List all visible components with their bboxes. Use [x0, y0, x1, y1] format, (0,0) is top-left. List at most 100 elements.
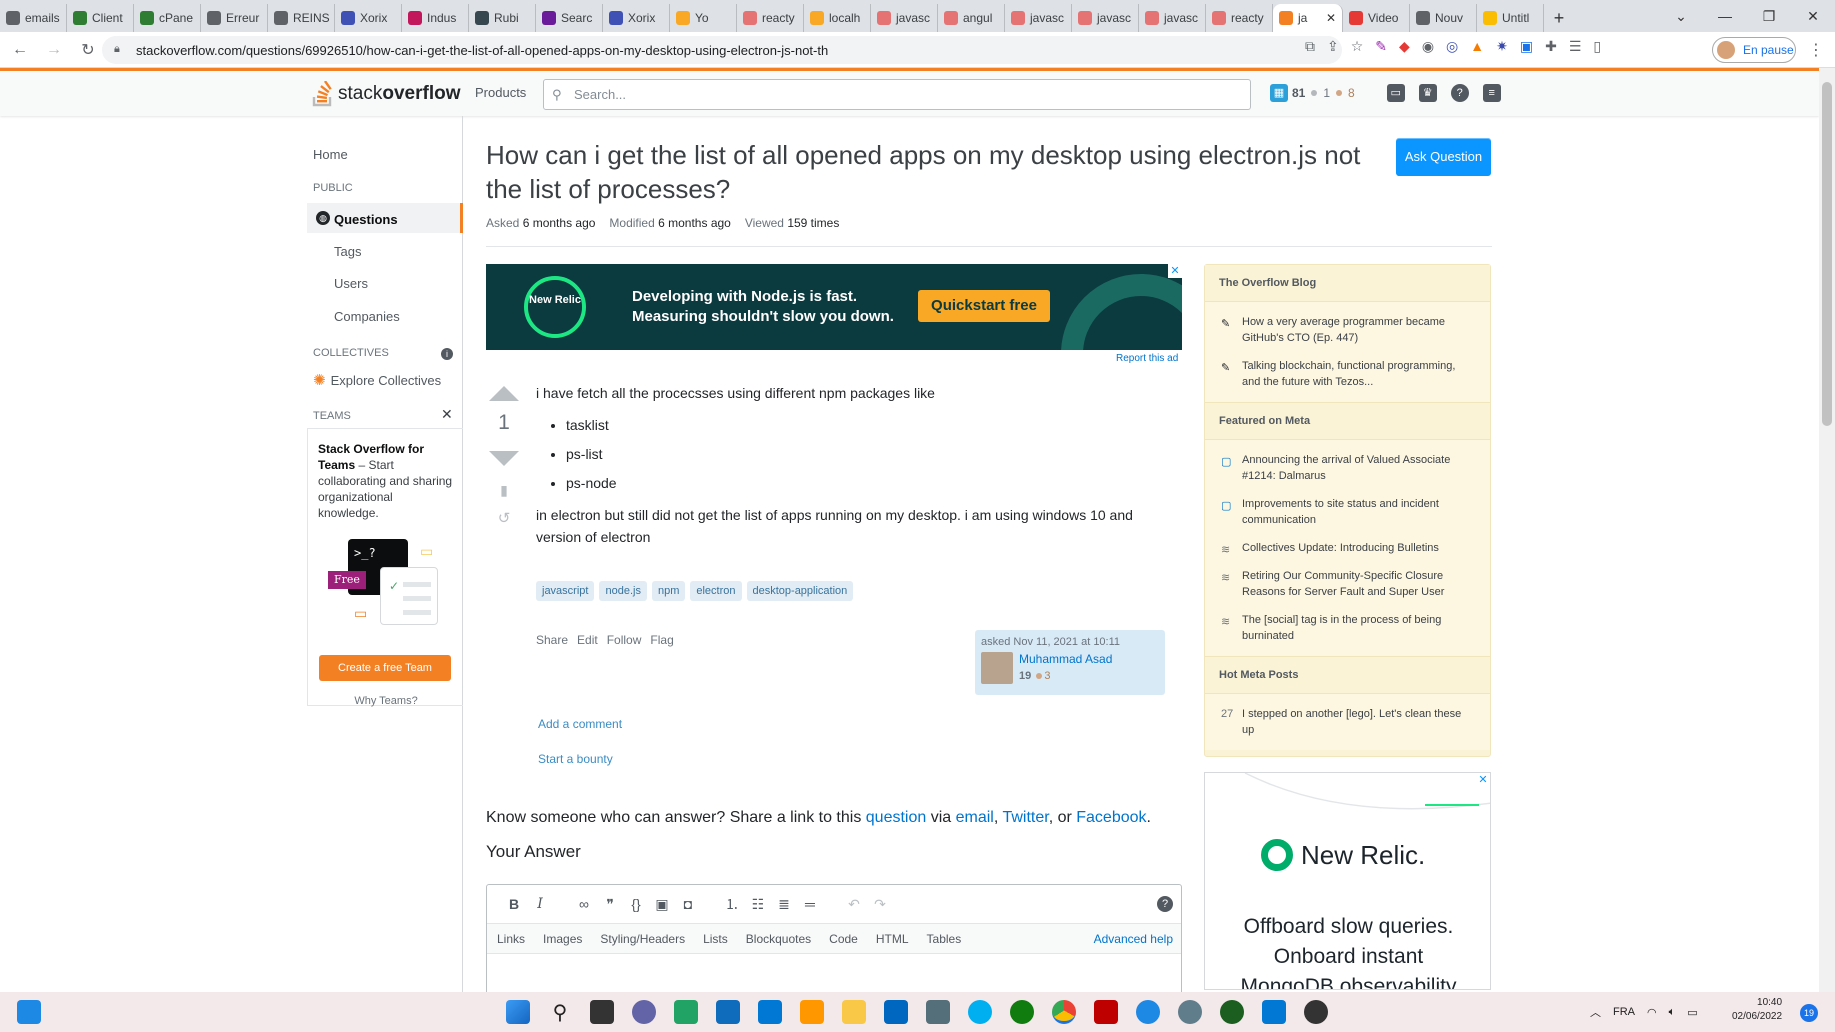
minimize-button[interactable]: —	[1703, 8, 1747, 24]
editor-help-icon[interactable]: ?	[1157, 896, 1173, 912]
widgets-icon[interactable]	[17, 1000, 41, 1024]
network-app-icon[interactable]	[926, 1000, 950, 1024]
start-icon[interactable]	[506, 1000, 530, 1024]
notification-badge[interactable]: 19	[1800, 1004, 1818, 1022]
hot-meta-item[interactable]: 27 I stepped on another [lego]. Let's cle…	[1205, 700, 1490, 744]
tag-npm[interactable]: npm	[651, 581, 686, 601]
outlook-icon[interactable]	[716, 1000, 740, 1024]
tab-search-icon[interactable]: ⌄	[1659, 8, 1703, 25]
camera-icon[interactable]: ◉	[1422, 38, 1434, 55]
xbox-icon[interactable]	[1010, 1000, 1034, 1024]
wifi-icon[interactable]: ◠	[1647, 1006, 1657, 1019]
extension-gear-icon[interactable]: ✷	[1496, 38, 1508, 55]
browser-tab[interactable]: ja ✕	[1273, 4, 1343, 32]
browser-tab[interactable]: REINS	[268, 4, 335, 32]
help-tab-tables[interactable]: Tables	[927, 932, 962, 946]
share-email-link[interactable]: email	[956, 809, 994, 826]
blog-item[interactable]: ✎ Talking blockchain, functional programm…	[1205, 352, 1490, 396]
browser-tab[interactable]: javasc	[1139, 4, 1206, 32]
reload-button[interactable]: ↻	[74, 40, 102, 60]
owner-name[interactable]: Muhammad Asad	[1019, 652, 1112, 666]
so-logo[interactable]: stack overflow	[312, 81, 460, 107]
browser-menu-icon[interactable]: ⋮	[1808, 40, 1824, 60]
puzzle-icon[interactable]: ✚	[1545, 38, 1557, 55]
url-bar[interactable]: 🔒︎ stackoverflow.com/questions/69926510/…	[102, 36, 1342, 64]
heading-icon[interactable]: ≣	[771, 896, 797, 913]
nav-questions[interactable]: ◍ Questions	[307, 203, 463, 233]
help-tab-blockquotes[interactable]: Blockquotes	[746, 932, 811, 946]
tag-desktop-application[interactable]: desktop-application	[746, 581, 854, 601]
settings-icon[interactable]	[1178, 1000, 1202, 1024]
search-input[interactable]: ⚲ Search...	[543, 79, 1251, 110]
app-icon[interactable]	[1136, 1000, 1160, 1024]
profile-button[interactable]: En pause	[1712, 37, 1796, 63]
blockquote-icon[interactable]: ❞	[597, 896, 623, 913]
achievements-icon[interactable]: ♛	[1418, 84, 1437, 102]
sidepanel-icon[interactable]: ▯	[1593, 38, 1601, 55]
scrollbar-thumb[interactable]	[1822, 82, 1832, 426]
clock[interactable]: 10:40 02/06/2022	[1732, 996, 1782, 1024]
vscode-icon[interactable]	[758, 1000, 782, 1024]
add-comment-link[interactable]: Add a comment	[538, 717, 622, 731]
help-tab-lists[interactable]: Lists	[703, 932, 728, 946]
search-taskbar-icon[interactable]: ⚲	[548, 1000, 572, 1024]
help-tab-styling[interactable]: Styling/Headers	[600, 932, 685, 946]
help-tab-images[interactable]: Images	[543, 932, 582, 946]
nav-home[interactable]: Home	[313, 147, 348, 162]
tray-chevron-icon[interactable]: ︿	[1590, 1004, 1601, 1020]
sublime-icon[interactable]	[800, 1000, 824, 1024]
excel-icon[interactable]	[674, 1000, 698, 1024]
info-icon[interactable]: i	[441, 348, 453, 360]
browser-tab[interactable]: javasc	[1005, 4, 1072, 32]
bulleted-list-icon[interactable]: ☷	[745, 896, 771, 913]
inbox-icon[interactable]: ▭	[1386, 84, 1405, 102]
horizontal-rule-icon[interactable]: ═	[797, 896, 823, 912]
skype-icon[interactable]	[968, 1000, 992, 1024]
extension-shield-icon[interactable]: ◆	[1399, 38, 1410, 55]
teams-chat-icon[interactable]	[632, 1000, 656, 1024]
asked-timestamp[interactable]: asked Nov 11, 2021 at 10:11	[981, 636, 1159, 648]
meta-item[interactable]: ≋ The [social] tag is in the process of b…	[1205, 606, 1490, 650]
browser-tab[interactable]: Searc	[536, 4, 603, 32]
blog-item[interactable]: ✎ How a very average programmer became Gi…	[1205, 308, 1490, 352]
browser-tab[interactable]: Erreur	[201, 4, 268, 32]
share-twitter-link[interactable]: Twitter	[1002, 809, 1048, 826]
battery-icon[interactable]: ▭	[1687, 1006, 1697, 1019]
browser-tab[interactable]: emails	[0, 4, 67, 32]
edit-link[interactable]: Edit	[577, 633, 598, 647]
question-title[interactable]: How can i get the list of all opened app…	[486, 138, 1386, 206]
help-icon[interactable]: ?	[1450, 84, 1469, 102]
nav-explore-collectives[interactable]: ✺ Explore Collectives	[313, 371, 441, 389]
undo-icon[interactable]: ↶	[841, 896, 867, 913]
browser-tab[interactable]: Client	[67, 4, 134, 32]
ad-banner-top[interactable]: New Relic Developing with Node.js is fas…	[486, 264, 1182, 350]
browser-tab[interactable]: Rubi	[469, 4, 536, 32]
help-tab-links[interactable]: Links	[497, 932, 525, 946]
browser-tab[interactable]: localh	[804, 4, 871, 32]
tag-javascript[interactable]: javascript	[536, 581, 595, 601]
extension-circle-icon[interactable]: ◎	[1446, 38, 1458, 55]
share-icon[interactable]: ⇪	[1327, 38, 1339, 55]
page-scrollbar[interactable]	[1819, 68, 1835, 992]
follow-link[interactable]: Follow	[607, 633, 642, 647]
nav-tags[interactable]: Tags	[334, 244, 361, 259]
ask-question-button[interactable]: Ask Question	[1396, 138, 1491, 176]
image-icon[interactable]: ▣	[649, 896, 675, 913]
italic-icon[interactable]: I	[527, 896, 553, 912]
bold-icon[interactable]: B	[501, 896, 527, 912]
restore-button[interactable]: ❐	[1747, 8, 1791, 25]
site-switcher-icon[interactable]: ≡	[1482, 84, 1501, 102]
redo-icon[interactable]: ↷	[867, 896, 893, 913]
ad-close-icon[interactable]: ✕	[1168, 264, 1182, 278]
close-teams-icon[interactable]: ✕	[441, 406, 453, 423]
advanced-help-link[interactable]: Advanced help	[1094, 932, 1173, 946]
browser-tab[interactable]: Untitl	[1477, 4, 1544, 32]
link-icon[interactable]: ∞	[571, 896, 597, 912]
forward-button[interactable]: →	[40, 41, 68, 59]
report-ad-link[interactable]: Report this ad	[1116, 353, 1178, 364]
code-icon[interactable]: {}	[623, 896, 649, 912]
help-tab-html[interactable]: HTML	[876, 932, 909, 946]
task-view-icon[interactable]	[590, 1000, 614, 1024]
create-team-button[interactable]: Create a free Team	[319, 655, 451, 681]
file-explorer-icon[interactable]	[842, 1000, 866, 1024]
